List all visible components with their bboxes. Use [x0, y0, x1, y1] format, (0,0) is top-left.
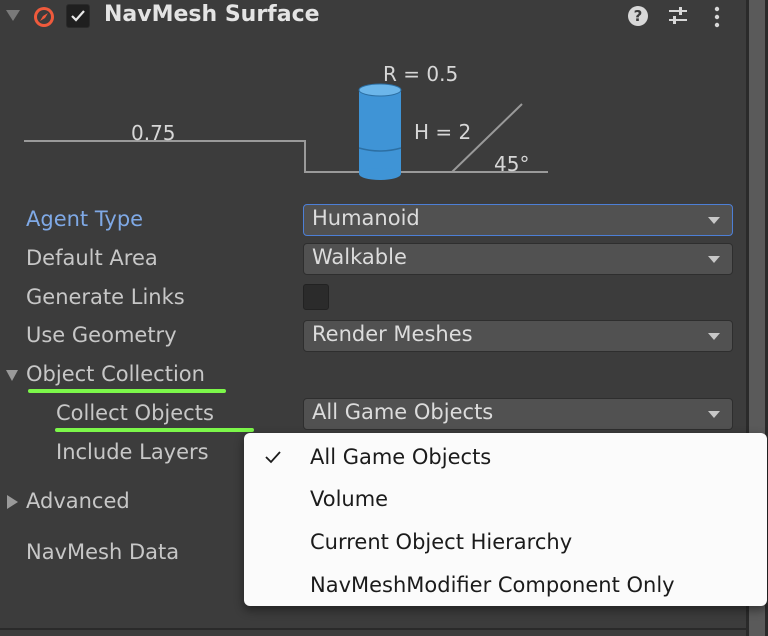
advanced-foldout-icon[interactable] — [7, 495, 18, 509]
use-geometry-label: Use Geometry — [26, 323, 177, 347]
max-slope-label: 45° — [494, 152, 530, 176]
help-icon[interactable]: ? — [628, 6, 648, 26]
include-layers-label: Include Layers — [56, 440, 209, 464]
popup-option-current-object-hierarchy[interactable]: Current Object Hierarchy — [244, 522, 767, 562]
navmesh-surface-icon — [32, 5, 56, 29]
divider — [0, 628, 746, 630]
object-collection-label[interactable]: Object Collection — [26, 362, 205, 386]
presets-icon[interactable] — [667, 6, 689, 30]
popup-option-navmeshmodifier-component-only[interactable]: NavMeshModifier Component Only — [244, 565, 767, 605]
default-area-value: Walkable — [312, 245, 407, 269]
chevron-down-icon — [708, 333, 720, 340]
chevron-down-icon — [708, 256, 720, 263]
popup-option-label: NavMeshModifier Component Only — [310, 573, 675, 597]
collect-objects-popup-menu: All Game Objects Volume Current Object H… — [244, 433, 767, 606]
advanced-label[interactable]: Advanced — [26, 489, 130, 513]
agent-type-dropdown[interactable]: Humanoid — [303, 204, 733, 236]
use-geometry-value: Render Meshes — [312, 322, 473, 346]
collect-objects-highlight — [55, 428, 254, 432]
component-header: NavMesh Surface ? — [0, 0, 746, 34]
agent-type-value: Humanoid — [312, 206, 420, 230]
popup-option-all-game-objects[interactable]: All Game Objects — [244, 437, 767, 477]
agent-diagram: R = 0.5 H = 2 0.75 45° — [0, 54, 560, 184]
height-label: H = 2 — [414, 120, 472, 144]
chevron-down-icon — [708, 411, 720, 418]
kebab-menu-icon[interactable] — [713, 6, 721, 32]
navmesh-data-label: NavMesh Data — [26, 540, 180, 564]
collect-objects-value: All Game Objects — [312, 400, 494, 424]
generate-links-label: Generate Links — [26, 285, 185, 309]
radius-label: R = 0.5 — [383, 62, 459, 86]
popup-option-label: Volume — [310, 487, 389, 511]
foldout-arrow-icon[interactable] — [6, 10, 20, 21]
default-area-label: Default Area — [26, 246, 158, 270]
component-title: NavMesh Surface — [104, 2, 320, 27]
popup-option-label: Current Object Hierarchy — [310, 530, 573, 554]
checkmark-icon — [265, 451, 281, 464]
component-enabled-checkbox[interactable] — [66, 4, 90, 28]
popup-option-label: All Game Objects — [310, 445, 492, 469]
agent-diagram-drawing — [24, 83, 548, 180]
use-geometry-dropdown[interactable]: Render Meshes — [303, 320, 733, 352]
agent-type-label: Agent Type — [26, 207, 144, 231]
default-area-dropdown[interactable]: Walkable — [303, 243, 733, 275]
step-height-label: 0.75 — [131, 121, 176, 145]
collect-objects-label: Collect Objects — [56, 401, 214, 425]
generate-links-checkbox[interactable] — [303, 284, 329, 310]
object-collection-foldout-icon[interactable] — [6, 370, 18, 381]
chevron-down-icon — [708, 217, 720, 224]
popup-option-volume[interactable]: Volume — [244, 479, 767, 519]
collect-objects-dropdown[interactable]: All Game Objects — [303, 398, 733, 430]
object-collection-highlight — [28, 389, 226, 393]
